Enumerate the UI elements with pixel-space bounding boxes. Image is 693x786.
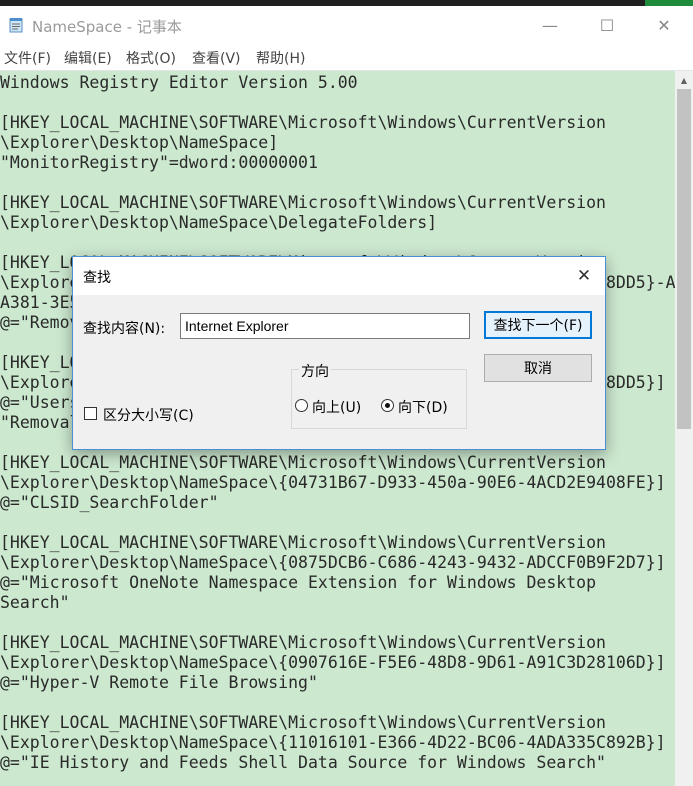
editor-line: [HKEY_LOCAL_MACHINE\SOFTWARE\Microsoft\W… xyxy=(0,713,606,732)
close-button[interactable]: ✕ xyxy=(634,6,693,44)
editor-line: "MonitorRegistry"=dword:00000001 xyxy=(0,153,318,172)
scroll-thumb[interactable] xyxy=(677,89,691,429)
window-title: NameSpace - 记事本 xyxy=(32,18,182,36)
window-titlebar: NameSpace - 记事本 — ☐ ✕ xyxy=(0,6,693,44)
direction-up-label[interactable]: 向上(U) xyxy=(312,397,361,417)
editor-line: \Explorer\Desktop\NameSpace\DelegateFold… xyxy=(0,213,438,232)
menu-format[interactable]: 格式(O) xyxy=(126,48,176,68)
menu-edit[interactable]: 编辑(E) xyxy=(64,48,112,68)
match-case-label[interactable]: 区分大小写(C) xyxy=(103,405,194,425)
editor-line: A381-3E5 xyxy=(0,293,80,312)
editor-line: @="Remov xyxy=(0,313,80,332)
cancel-button[interactable]: 取消 xyxy=(484,354,592,382)
editor-line: "Removal xyxy=(0,413,80,432)
minimize-button[interactable]: — xyxy=(520,6,580,44)
menu-file[interactable]: 文件(F) xyxy=(4,48,51,68)
find-dialog-title: 查找 xyxy=(83,270,111,286)
find-dialog-close-icon[interactable]: ✕ xyxy=(570,263,598,289)
menu-help[interactable]: 帮助(H) xyxy=(256,48,305,68)
scroll-up-arrow-icon[interactable]: ▲ xyxy=(675,71,693,89)
editor-line: [HKEY_LOCAL_MACHINE\SOFTWARE\Microsoft\W… xyxy=(0,193,606,212)
editor-line: [HKEY_LOCAL_MACHINE\SOFTWARE\Microsoft\W… xyxy=(0,633,606,652)
editor-line: @="CLSID_SearchFolder" xyxy=(0,493,219,512)
direction-up-radio[interactable] xyxy=(295,399,308,412)
direction-down-radio[interactable] xyxy=(381,399,394,412)
direction-down-label[interactable]: 向下(D) xyxy=(398,397,448,417)
editor-line: @="Microsoft OneNote Namespace Extension… xyxy=(0,573,597,592)
editor-line: [HKEY_LOCAL_MACHINE\SOFTWARE\Microsoft\W… xyxy=(0,533,606,552)
editor-line: @="IE History and Feeds Shell Data Sourc… xyxy=(0,753,606,772)
editor-line: [HKEY_LOCAL_MACHINE\SOFTWARE\Microsoft\W… xyxy=(0,113,606,132)
match-case-checkbox[interactable] xyxy=(84,407,97,420)
editor-line: Search" xyxy=(0,593,70,612)
notepad-icon xyxy=(9,18,23,33)
editor-line: \Explorer\Desktop\NameSpace\{0907616E-F5… xyxy=(0,653,666,672)
editor-line: [HKEY_LOCAL_MACHINE\SOFTWARE\Microsoft\W… xyxy=(0,453,606,472)
maximize-button[interactable]: ☐ xyxy=(577,6,637,44)
editor-line: @="Users xyxy=(0,393,80,412)
find-next-button[interactable]: 查找下一个(F) xyxy=(484,311,592,339)
find-what-input[interactable] xyxy=(180,313,470,339)
editor-line: \Explorer\Desktop\NameSpace\{11016101-E3… xyxy=(0,733,666,752)
find-dialog: 查找 ✕ 查找内容(N): 查找下一个(F) 取消 方向 向上(U) 向下(D)… xyxy=(72,256,606,450)
find-dialog-titlebar: 查找 ✕ xyxy=(73,257,605,295)
editor-line: \Explorer\Desktop\NameSpace] xyxy=(0,133,279,152)
direction-label: 方向 xyxy=(299,361,331,381)
menu-bar: 文件(F) 编辑(E) 格式(O) 查看(V) 帮助(H) xyxy=(0,44,693,71)
vertical-scrollbar[interactable]: ▲ xyxy=(675,71,693,786)
find-what-label: 查找内容(N): xyxy=(83,321,166,337)
editor-line: \Explorer\Desktop\NameSpace\{0875DCB6-C6… xyxy=(0,553,666,572)
editor-line: \Explorer\Desktop\NameSpace\{04731B67-D9… xyxy=(0,473,666,492)
editor-line: @="Hyper-V Remote File Browsing" xyxy=(0,673,318,692)
editor-line: Windows Registry Editor Version 5.00 xyxy=(0,73,358,92)
menu-view[interactable]: 查看(V) xyxy=(192,48,241,68)
